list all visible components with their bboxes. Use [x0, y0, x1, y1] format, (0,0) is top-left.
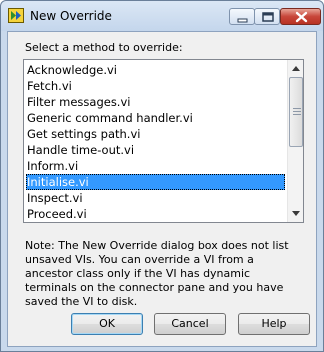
list-item-handle-time-out[interactable]: Handle time-out.vi — [26, 142, 285, 158]
list-item-generic-command-handler[interactable]: Generic command handler.vi — [26, 110, 285, 126]
scrollbar-thumb[interactable] — [289, 77, 303, 147]
title-bar[interactable]: New Override — [1, 1, 323, 31]
dialog-window: New Override Select a method to override… — [0, 0, 324, 352]
help-button[interactable]: Help — [238, 313, 310, 335]
override-note: Note: The New Override dialog box does n… — [25, 239, 289, 308]
window-title: New Override — [30, 9, 112, 23]
method-prompt-label: Select a method to override: — [25, 41, 183, 54]
method-list: Acknowledge.vi Fetch.vi Filter messages.… — [24, 60, 287, 222]
list-item-fetch[interactable]: Fetch.vi — [26, 78, 285, 94]
close-button[interactable] — [280, 8, 321, 25]
list-item-filter-messages[interactable]: Filter messages.vi — [26, 94, 285, 110]
list-item-get-settings-path[interactable]: Get settings path.vi — [26, 126, 285, 142]
list-item-proceed[interactable]: Proceed.vi — [26, 206, 285, 222]
close-icon — [295, 11, 308, 23]
list-item-inspect[interactable]: Inspect.vi — [26, 190, 285, 206]
thumb-grip-line — [293, 108, 301, 109]
maximize-icon — [262, 12, 274, 22]
labview-vi-icon — [8, 8, 24, 23]
ok-button[interactable]: OK — [71, 313, 143, 335]
list-item-initialise-selected[interactable]: Initialise.vi — [26, 174, 285, 190]
minimize-icon — [237, 18, 248, 23]
maximize-button[interactable] — [254, 8, 280, 25]
thumb-grip-line — [293, 114, 301, 115]
minimize-button[interactable] — [229, 8, 255, 25]
thumb-grip-line — [293, 111, 301, 112]
list-item-acknowledge[interactable]: Acknowledge.vi — [26, 62, 285, 78]
dialog-body: Select a method to override: Acknowledge… — [7, 31, 317, 347]
scroll-down-arrow-icon[interactable] — [288, 205, 304, 222]
cancel-button[interactable]: Cancel — [154, 313, 226, 335]
scroll-up-arrow-icon[interactable] — [288, 60, 304, 77]
list-scrollbar[interactable] — [287, 60, 304, 222]
list-item-inform[interactable]: Inform.vi — [26, 158, 285, 174]
method-listbox[interactable]: Acknowledge.vi Fetch.vi Filter messages.… — [23, 59, 304, 223]
